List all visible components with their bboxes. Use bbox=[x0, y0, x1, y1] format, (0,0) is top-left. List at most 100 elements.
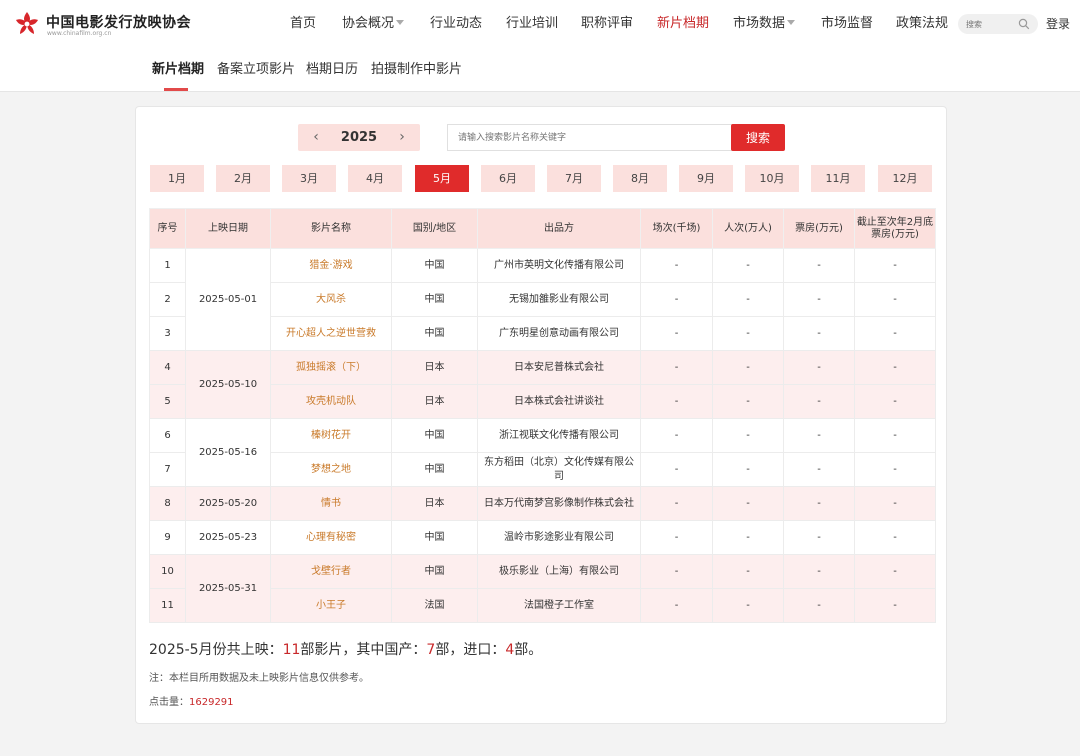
film-title-link[interactable]: 梦想之地 bbox=[270, 452, 392, 487]
total-boxoffice-value: - bbox=[854, 350, 936, 385]
row-number: 10 bbox=[149, 554, 186, 589]
shows-value: - bbox=[640, 520, 713, 555]
total-boxoffice-value: - bbox=[854, 486, 936, 521]
month-button-10[interactable]: 10月 bbox=[745, 165, 799, 192]
admissions-value: - bbox=[712, 384, 784, 419]
film-title-link[interactable]: 开心超人之逆世营救 bbox=[270, 316, 392, 351]
release-date: 2025-05-20 bbox=[185, 486, 271, 521]
admissions-value: - bbox=[712, 350, 784, 385]
nav-item-about[interactable]: 协会概况 bbox=[342, 15, 405, 33]
search-button[interactable]: 搜索 bbox=[731, 124, 785, 151]
region: 法国 bbox=[391, 588, 478, 623]
summary-text: 部影片，其中国产： bbox=[300, 642, 427, 658]
table-row: 10 2025-05-31 戈壁行者 中国 极乐影业（上海）有限公司 - - -… bbox=[149, 554, 936, 623]
year-selector: 2025 ‹ › bbox=[298, 124, 420, 151]
producer: 日本万代南梦宫影像制作株式会社 bbox=[477, 486, 641, 521]
shows-value: - bbox=[640, 384, 713, 419]
active-tab-indicator bbox=[164, 88, 188, 91]
admissions-value: - bbox=[712, 418, 784, 453]
click-count-value: 1629291 bbox=[189, 697, 234, 708]
boxoffice-value: - bbox=[783, 418, 855, 453]
producer: 日本安尼普株式会社 bbox=[477, 350, 641, 385]
site-logo[interactable]: 中国电影发行放映协会 www.chinafilm.org.cn bbox=[13, 10, 213, 40]
header-search-input[interactable] bbox=[966, 16, 1018, 32]
producer: 日本株式会社讲谈社 bbox=[477, 384, 641, 419]
column-header: 国别/地区 bbox=[391, 208, 478, 249]
flower-logo-icon bbox=[14, 11, 40, 37]
film-title-link[interactable]: 心理有秘密 bbox=[270, 520, 392, 555]
main-panel: 2025 ‹ › 搜索 1月 2月 3月 4月 5月 6月 7月 8月 9月 1… bbox=[135, 106, 947, 724]
chevron-right-icon[interactable]: › bbox=[394, 129, 410, 145]
table-row: 9 2025-05-23 心理有秘密 中国 温岭市影途影业有限公司 - - - … bbox=[149, 520, 936, 555]
nav-item-training[interactable]: 行业培训 bbox=[506, 15, 558, 33]
nav-item-policies[interactable]: 政策法规 bbox=[896, 15, 948, 33]
shows-value: - bbox=[640, 350, 713, 385]
login-link[interactable]: 登录 bbox=[1046, 15, 1070, 33]
tab-release-calendar[interactable]: 档期日历 bbox=[306, 61, 358, 79]
total-boxoffice-value: - bbox=[854, 384, 936, 419]
row-number: 1 bbox=[149, 248, 186, 283]
film-title-link[interactable]: 猎金·游戏 bbox=[270, 248, 392, 283]
table-row: 6 2025-05-16 榛树花开 中国 浙江视联文化传播有限公司 - - - … bbox=[149, 418, 936, 487]
total-boxoffice-value: - bbox=[854, 248, 936, 283]
nav-item-industry-news[interactable]: 行业动态 bbox=[430, 15, 482, 33]
film-title-link[interactable]: 大风杀 bbox=[270, 282, 392, 317]
boxoffice-value: - bbox=[783, 588, 855, 623]
film-title-link[interactable]: 孤独摇滚（下） bbox=[270, 350, 392, 385]
shows-value: - bbox=[640, 248, 713, 283]
chevron-left-icon[interactable]: ‹ bbox=[308, 129, 324, 145]
click-count: 点击量：1629291 bbox=[149, 693, 234, 708]
admissions-value: - bbox=[712, 520, 784, 555]
film-search-input[interactable] bbox=[447, 124, 733, 151]
month-button-2[interactable]: 2月 bbox=[216, 165, 270, 192]
month-button-12[interactable]: 12月 bbox=[878, 165, 932, 192]
month-button-7[interactable]: 7月 bbox=[547, 165, 601, 192]
tab-new-releases[interactable]: 新片档期 bbox=[152, 61, 204, 79]
nav-item-new-releases[interactable]: 新片档期 bbox=[657, 15, 709, 33]
table-row: 8 2025-05-20 情书 日本 日本万代南梦宫影像制作株式会社 - - -… bbox=[149, 486, 936, 521]
row-number: 6 bbox=[149, 418, 186, 453]
month-button-3[interactable]: 3月 bbox=[282, 165, 336, 192]
film-title-link[interactable]: 戈壁行者 bbox=[270, 554, 392, 589]
month-button-1[interactable]: 1月 bbox=[150, 165, 204, 192]
row-number: 4 bbox=[149, 350, 186, 385]
month-button-4[interactable]: 4月 bbox=[348, 165, 402, 192]
nav-item-home[interactable]: 首页 bbox=[290, 15, 316, 33]
click-count-label: 点击量： bbox=[149, 697, 189, 708]
boxoffice-value: - bbox=[783, 248, 855, 283]
total-boxoffice-value: - bbox=[854, 520, 936, 555]
summary-text: 部，进口： bbox=[435, 642, 506, 658]
boxoffice-value: - bbox=[783, 282, 855, 317]
row-number: 2 bbox=[149, 282, 186, 317]
month-button-8[interactable]: 8月 bbox=[613, 165, 667, 192]
row-number: 11 bbox=[149, 588, 186, 623]
table-row: 4 2025-05-10 孤独摇滚（下） 日本 日本安尼普株式会社 - - - … bbox=[149, 350, 936, 419]
month-button-5[interactable]: 5月 bbox=[415, 165, 469, 192]
month-button-11[interactable]: 11月 bbox=[811, 165, 865, 192]
boxoffice-value: - bbox=[783, 452, 855, 487]
film-title-link[interactable]: 情书 bbox=[270, 486, 392, 521]
shows-value: - bbox=[640, 452, 713, 487]
month-button-9[interactable]: 9月 bbox=[679, 165, 733, 192]
producer: 广州市英明文化传播有限公司 bbox=[477, 248, 641, 283]
sub-navigation: 新片档期 备案立项影片 档期日历 拍摄制作中影片 bbox=[0, 48, 1080, 92]
shows-value: - bbox=[640, 282, 713, 317]
column-header: 截止至次年2月底票房(万元) bbox=[854, 208, 936, 249]
month-selector: 1月 2月 3月 4月 5月 6月 7月 8月 9月 10月 11月 12月 bbox=[150, 165, 934, 193]
producer: 浙江视联文化传播有限公司 bbox=[477, 418, 641, 453]
nav-item-title-review[interactable]: 职称评审 bbox=[581, 15, 633, 33]
column-header: 序号 bbox=[149, 208, 186, 249]
column-header: 出品方 bbox=[477, 208, 641, 249]
film-title-link[interactable]: 小王子 bbox=[270, 588, 392, 623]
month-button-6[interactable]: 6月 bbox=[481, 165, 535, 192]
nav-item-market-supervision[interactable]: 市场监督 bbox=[821, 15, 873, 33]
film-title-link[interactable]: 榛树花开 bbox=[270, 418, 392, 453]
tab-in-production[interactable]: 拍摄制作中影片 bbox=[371, 61, 462, 79]
film-title-link[interactable]: 攻壳机动队 bbox=[270, 384, 392, 419]
summary-domestic-count: 7 bbox=[426, 642, 436, 658]
tab-registered-films[interactable]: 备案立项影片 bbox=[217, 61, 295, 79]
release-date: 2025-05-23 bbox=[185, 520, 271, 555]
nav-item-market-data[interactable]: 市场数据 bbox=[733, 15, 796, 33]
column-header: 票房(万元) bbox=[783, 208, 855, 249]
search-icon[interactable] bbox=[1018, 18, 1030, 30]
